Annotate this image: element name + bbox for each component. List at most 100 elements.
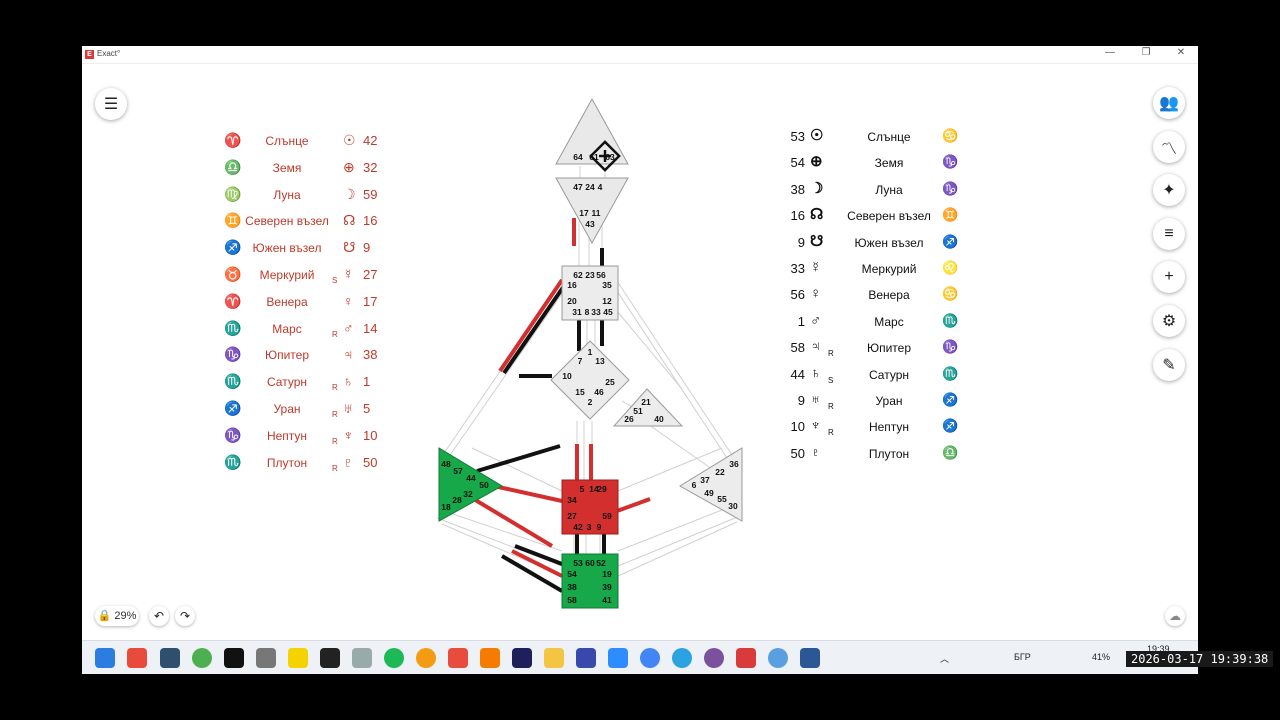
gate-label-g: 10 xyxy=(562,371,572,381)
gate-label-root: 38 xyxy=(567,582,577,592)
exact-app-icon[interactable] xyxy=(736,648,756,668)
app-icon-1[interactable] xyxy=(127,648,147,668)
undo-icon: ↶ xyxy=(153,609,165,623)
gate-label-g: 15 xyxy=(575,387,585,397)
gate-label-head: 64 xyxy=(573,152,583,162)
gate-label-throat: 45 xyxy=(603,307,613,317)
cloud-button[interactable]: ☁ xyxy=(1165,606,1185,626)
viber-icon[interactable] xyxy=(704,648,724,668)
gear-icon: ⚙ xyxy=(1161,313,1177,330)
gate-label-spleen: 18 xyxy=(441,502,451,512)
settings-button[interactable]: ⚙ xyxy=(1153,305,1185,337)
gate-label-throat: 8 xyxy=(585,307,590,317)
windows-start-icon[interactable] xyxy=(95,648,115,668)
gate-label-g: 13 xyxy=(595,356,605,366)
gate-label-head: 61 xyxy=(589,152,599,162)
snipping-icon[interactable] xyxy=(352,648,372,668)
gate-label-sacral: 42 xyxy=(573,522,583,532)
gate-label-sacral: 5 xyxy=(580,484,585,494)
add-button[interactable]: + xyxy=(1153,261,1185,293)
gate-label-ajna: 4 xyxy=(598,182,603,192)
gate-label-sacral: 27 xyxy=(567,511,577,521)
chrome-alt-icon[interactable] xyxy=(192,648,212,668)
gate-label-ajna: 11 xyxy=(592,208,601,218)
app-window: E Exact° — ❐ ✕ ☰ ♈ Слънце ☉ 42 ♎ Земя ⊕ 32 ♍ Луна… xyxy=(82,46,1198,674)
gate-label-sacral: 9 xyxy=(597,522,602,532)
undo-button[interactable]: ↶ xyxy=(149,606,169,626)
language-indicator[interactable]: БГР xyxy=(1014,652,1031,662)
premiere-icon[interactable] xyxy=(512,648,532,668)
gate-label-ajna: 43 xyxy=(585,219,595,229)
app-icon-4[interactable] xyxy=(256,648,276,668)
chevron-up-icon[interactable]: ︿ xyxy=(940,652,949,665)
chart-button[interactable]: 〽 xyxy=(1153,131,1185,163)
gate-label-spleen: 57 xyxy=(453,466,463,476)
gate-label-solar: 36 xyxy=(729,459,739,469)
vlc-icon[interactable] xyxy=(480,648,500,668)
gate-label-heart: 26 xyxy=(624,414,634,424)
telegram-icon[interactable] xyxy=(672,648,692,668)
gate-label-heart: 40 xyxy=(654,414,664,424)
gate-label-spleen: 32 xyxy=(463,489,473,499)
gate-label-root: 54 xyxy=(567,569,577,579)
redo-button[interactable]: ↷ xyxy=(175,606,195,626)
overlay-timestamp: 2026-03-17 19:39:38 xyxy=(1126,651,1274,667)
app-m-icon[interactable] xyxy=(576,648,596,668)
zoom-app-icon[interactable] xyxy=(608,648,628,668)
battery-level[interactable]: 41% xyxy=(1092,652,1110,662)
gate-label-root: 41 xyxy=(602,595,612,605)
app-icon-5[interactable] xyxy=(288,648,308,668)
gate-label-sacral: 34 xyxy=(567,495,577,505)
gate-label-g: 2 xyxy=(588,397,593,407)
gate-label-spleen: 44 xyxy=(466,473,476,483)
list-button[interactable]: ≡ xyxy=(1153,218,1185,250)
gate-label-g: 46 xyxy=(594,387,604,397)
defined-channels xyxy=(470,218,651,593)
app-icon-2[interactable] xyxy=(160,648,180,668)
word-icon[interactable] xyxy=(800,648,820,668)
gate-label-root: 60 xyxy=(585,558,595,568)
gate-label-ajna: 47 xyxy=(573,182,583,192)
taskbar: ︿ БГР 41% 19:39 xyxy=(82,640,1198,674)
sparkle-icon: ✦ xyxy=(1162,182,1176,199)
gate-label-root: 39 xyxy=(602,582,612,592)
bodygraph: 64 61 6347 24 417 114362 23 5616 3520 1231 8 33 4517… xyxy=(436,97,743,609)
gate-label-g: 7 xyxy=(578,356,583,366)
gate-label-throat: 35 xyxy=(602,280,612,290)
plus-icon: + xyxy=(1164,268,1174,285)
gate-label-spleen: 28 xyxy=(452,495,462,505)
people-button[interactable]: 👥 xyxy=(1153,87,1185,119)
gate-label-throat: 12 xyxy=(602,296,612,306)
zoom-level: 29% xyxy=(114,610,137,622)
gate-label-ajna: 24 xyxy=(585,182,595,192)
gate-label-g: 25 xyxy=(605,377,615,387)
gate-label-sacral: 3 xyxy=(587,522,592,532)
spotify-icon[interactable] xyxy=(384,648,404,668)
app-icon-6[interactable] xyxy=(320,648,340,668)
sparkle-button[interactable]: ✦ xyxy=(1153,174,1185,206)
clock-app-icon[interactable] xyxy=(768,648,788,668)
gate-label-throat: 20 xyxy=(567,296,577,306)
gate-label-solar: 55 xyxy=(717,494,727,504)
gate-label-spleen: 50 xyxy=(479,480,489,490)
gate-label-solar: 49 xyxy=(704,488,714,498)
edit-button[interactable]: ✎ xyxy=(1153,349,1185,381)
zoom-indicator[interactable]: 🔒 29% xyxy=(95,606,139,626)
search-app-icon[interactable] xyxy=(416,648,436,668)
gate-label-sacral: 59 xyxy=(602,511,612,521)
gate-label-throat: 31 xyxy=(572,307,582,317)
app-icon-3[interactable] xyxy=(224,648,244,668)
gate-label-heart: 51 xyxy=(633,406,643,416)
gate-label-solar: 6 xyxy=(692,480,697,490)
gate-label-throat: 16 xyxy=(567,280,577,290)
gate-label-throat: 56 xyxy=(596,270,606,280)
gate-label-g: 1 xyxy=(588,347,593,357)
gate-label-root: 52 xyxy=(596,558,606,568)
gate-label-throat: 23 xyxy=(585,270,595,280)
folder-icon[interactable] xyxy=(544,648,564,668)
gate-label-root: 53 xyxy=(573,558,583,568)
gate-label-root: 58 xyxy=(567,595,577,605)
chrome-icon[interactable] xyxy=(640,648,660,668)
gate-label-spleen: 48 xyxy=(441,459,451,469)
office-icon[interactable] xyxy=(448,648,468,668)
